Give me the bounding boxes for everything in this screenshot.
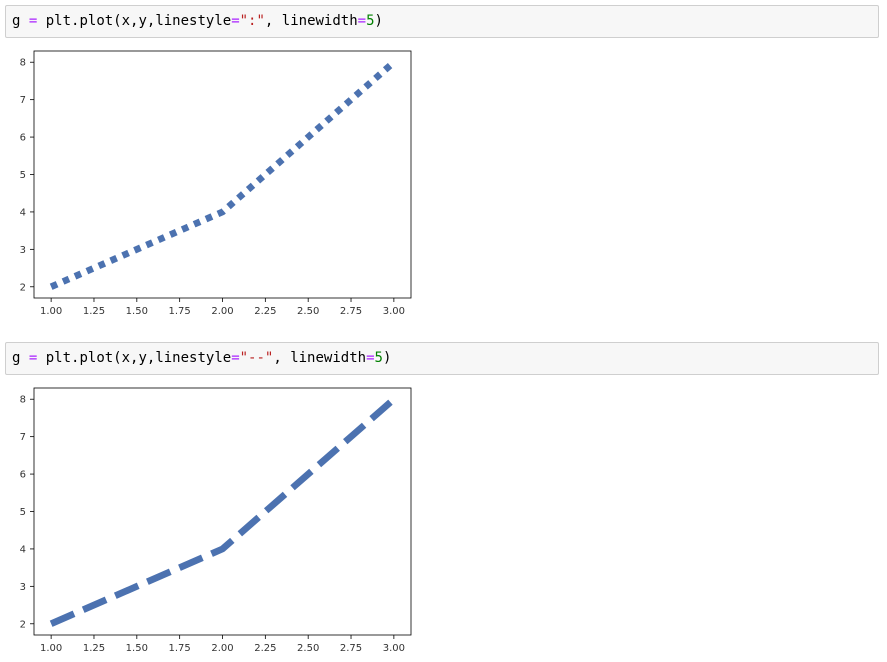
y-tick-label: 8	[20, 58, 26, 69]
y-tick-label: 7	[20, 432, 26, 443]
x-tick-label: 1.25	[83, 643, 105, 654]
y-tick-label: 6	[20, 470, 26, 481]
y-tick-label: 5	[20, 507, 26, 518]
y-tick-label: 2	[20, 619, 26, 630]
y-tick-label: 3	[20, 582, 26, 593]
x-tick-label: 2.50	[297, 306, 319, 317]
x-tick-label: 1.00	[40, 643, 62, 654]
code-call: plt.plot(x,y,linestyle	[45, 350, 232, 366]
code-line-2[interactable]: g = plt.plot(x,y,linestyle="--", linewid…	[12, 349, 391, 367]
code-operator: =	[231, 350, 240, 366]
x-tick-label: 2.75	[340, 643, 362, 654]
x-tick-label: 2.75	[340, 306, 362, 317]
x-tick-label: 2.25	[254, 643, 276, 654]
y-tick-label: 2	[20, 282, 26, 293]
code-call: plt.plot(x,y,linestyle	[45, 13, 232, 29]
output-area-2: 1.00 1.25 1.50 1.75 2.00 2.25 2.50 2.75 3.00 2 3 4 5…	[0, 382, 430, 662]
code-operator: =	[231, 13, 240, 29]
x-tick-label: 1.00	[40, 306, 62, 317]
code-operator: =	[366, 350, 375, 366]
x-tick-label: 1.50	[126, 643, 148, 654]
output-area-1: 1.00 1.25 1.50 1.75 2.00 2.25 2.50 2.75 3.00 2 3 4 5…	[0, 45, 430, 325]
y-tick-label: 7	[20, 95, 26, 106]
x-tick-label: 3.00	[383, 643, 405, 654]
code-string: "--"	[239, 350, 274, 366]
x-tick-label: 1.50	[126, 306, 148, 317]
x-tick-label: 1.25	[83, 306, 105, 317]
code-arg: , linewidth	[273, 350, 367, 366]
x-tick-label: 2.50	[297, 643, 319, 654]
code-operator: =	[28, 13, 38, 29]
y-tick-label: 3	[20, 245, 26, 256]
y-tick-label: 8	[20, 395, 26, 406]
code-cell-1[interactable]: g = plt.plot(x,y,linestyle=":", linewidt…	[5, 5, 879, 38]
axes-frame	[33, 50, 412, 299]
code-var: g	[12, 350, 21, 366]
x-tick-label: 2.00	[211, 306, 233, 317]
code-string: ":"	[239, 13, 265, 29]
y-tick-label: 4	[20, 544, 26, 555]
code-number: 5	[366, 13, 375, 29]
x-tick-label: 1.75	[169, 306, 191, 317]
y-tick-label: 5	[20, 170, 26, 181]
axes-frame	[33, 387, 412, 636]
x-tick-label: 2.00	[211, 643, 233, 654]
x-tick-label: 3.00	[383, 306, 405, 317]
code-arg: , linewidth	[264, 13, 358, 29]
code-operator: =	[28, 350, 38, 366]
code-close: )	[382, 350, 392, 366]
code-line-1[interactable]: g = plt.plot(x,y,linestyle=":", linewidt…	[12, 12, 383, 30]
code-number: 5	[374, 350, 383, 366]
code-cell-2[interactable]: g = plt.plot(x,y,linestyle="--", linewid…	[5, 342, 879, 375]
x-tick-label: 2.25	[254, 306, 276, 317]
code-operator: =	[357, 13, 367, 29]
x-tick-label: 1.75	[169, 643, 191, 654]
line-chart-dashed: 1.00 1.25 1.50 1.75 2.00 2.25 2.50 2.75 3.00 2 3 4 5…	[20, 387, 412, 654]
line-chart-dotted: 1.00 1.25 1.50 1.75 2.00 2.25 2.50 2.75 3.00 2 3 4 5…	[20, 50, 412, 317]
y-tick-label: 6	[20, 133, 26, 144]
code-var: g	[12, 13, 21, 29]
code-close: )	[374, 13, 383, 29]
y-tick-label: 4	[20, 207, 26, 218]
